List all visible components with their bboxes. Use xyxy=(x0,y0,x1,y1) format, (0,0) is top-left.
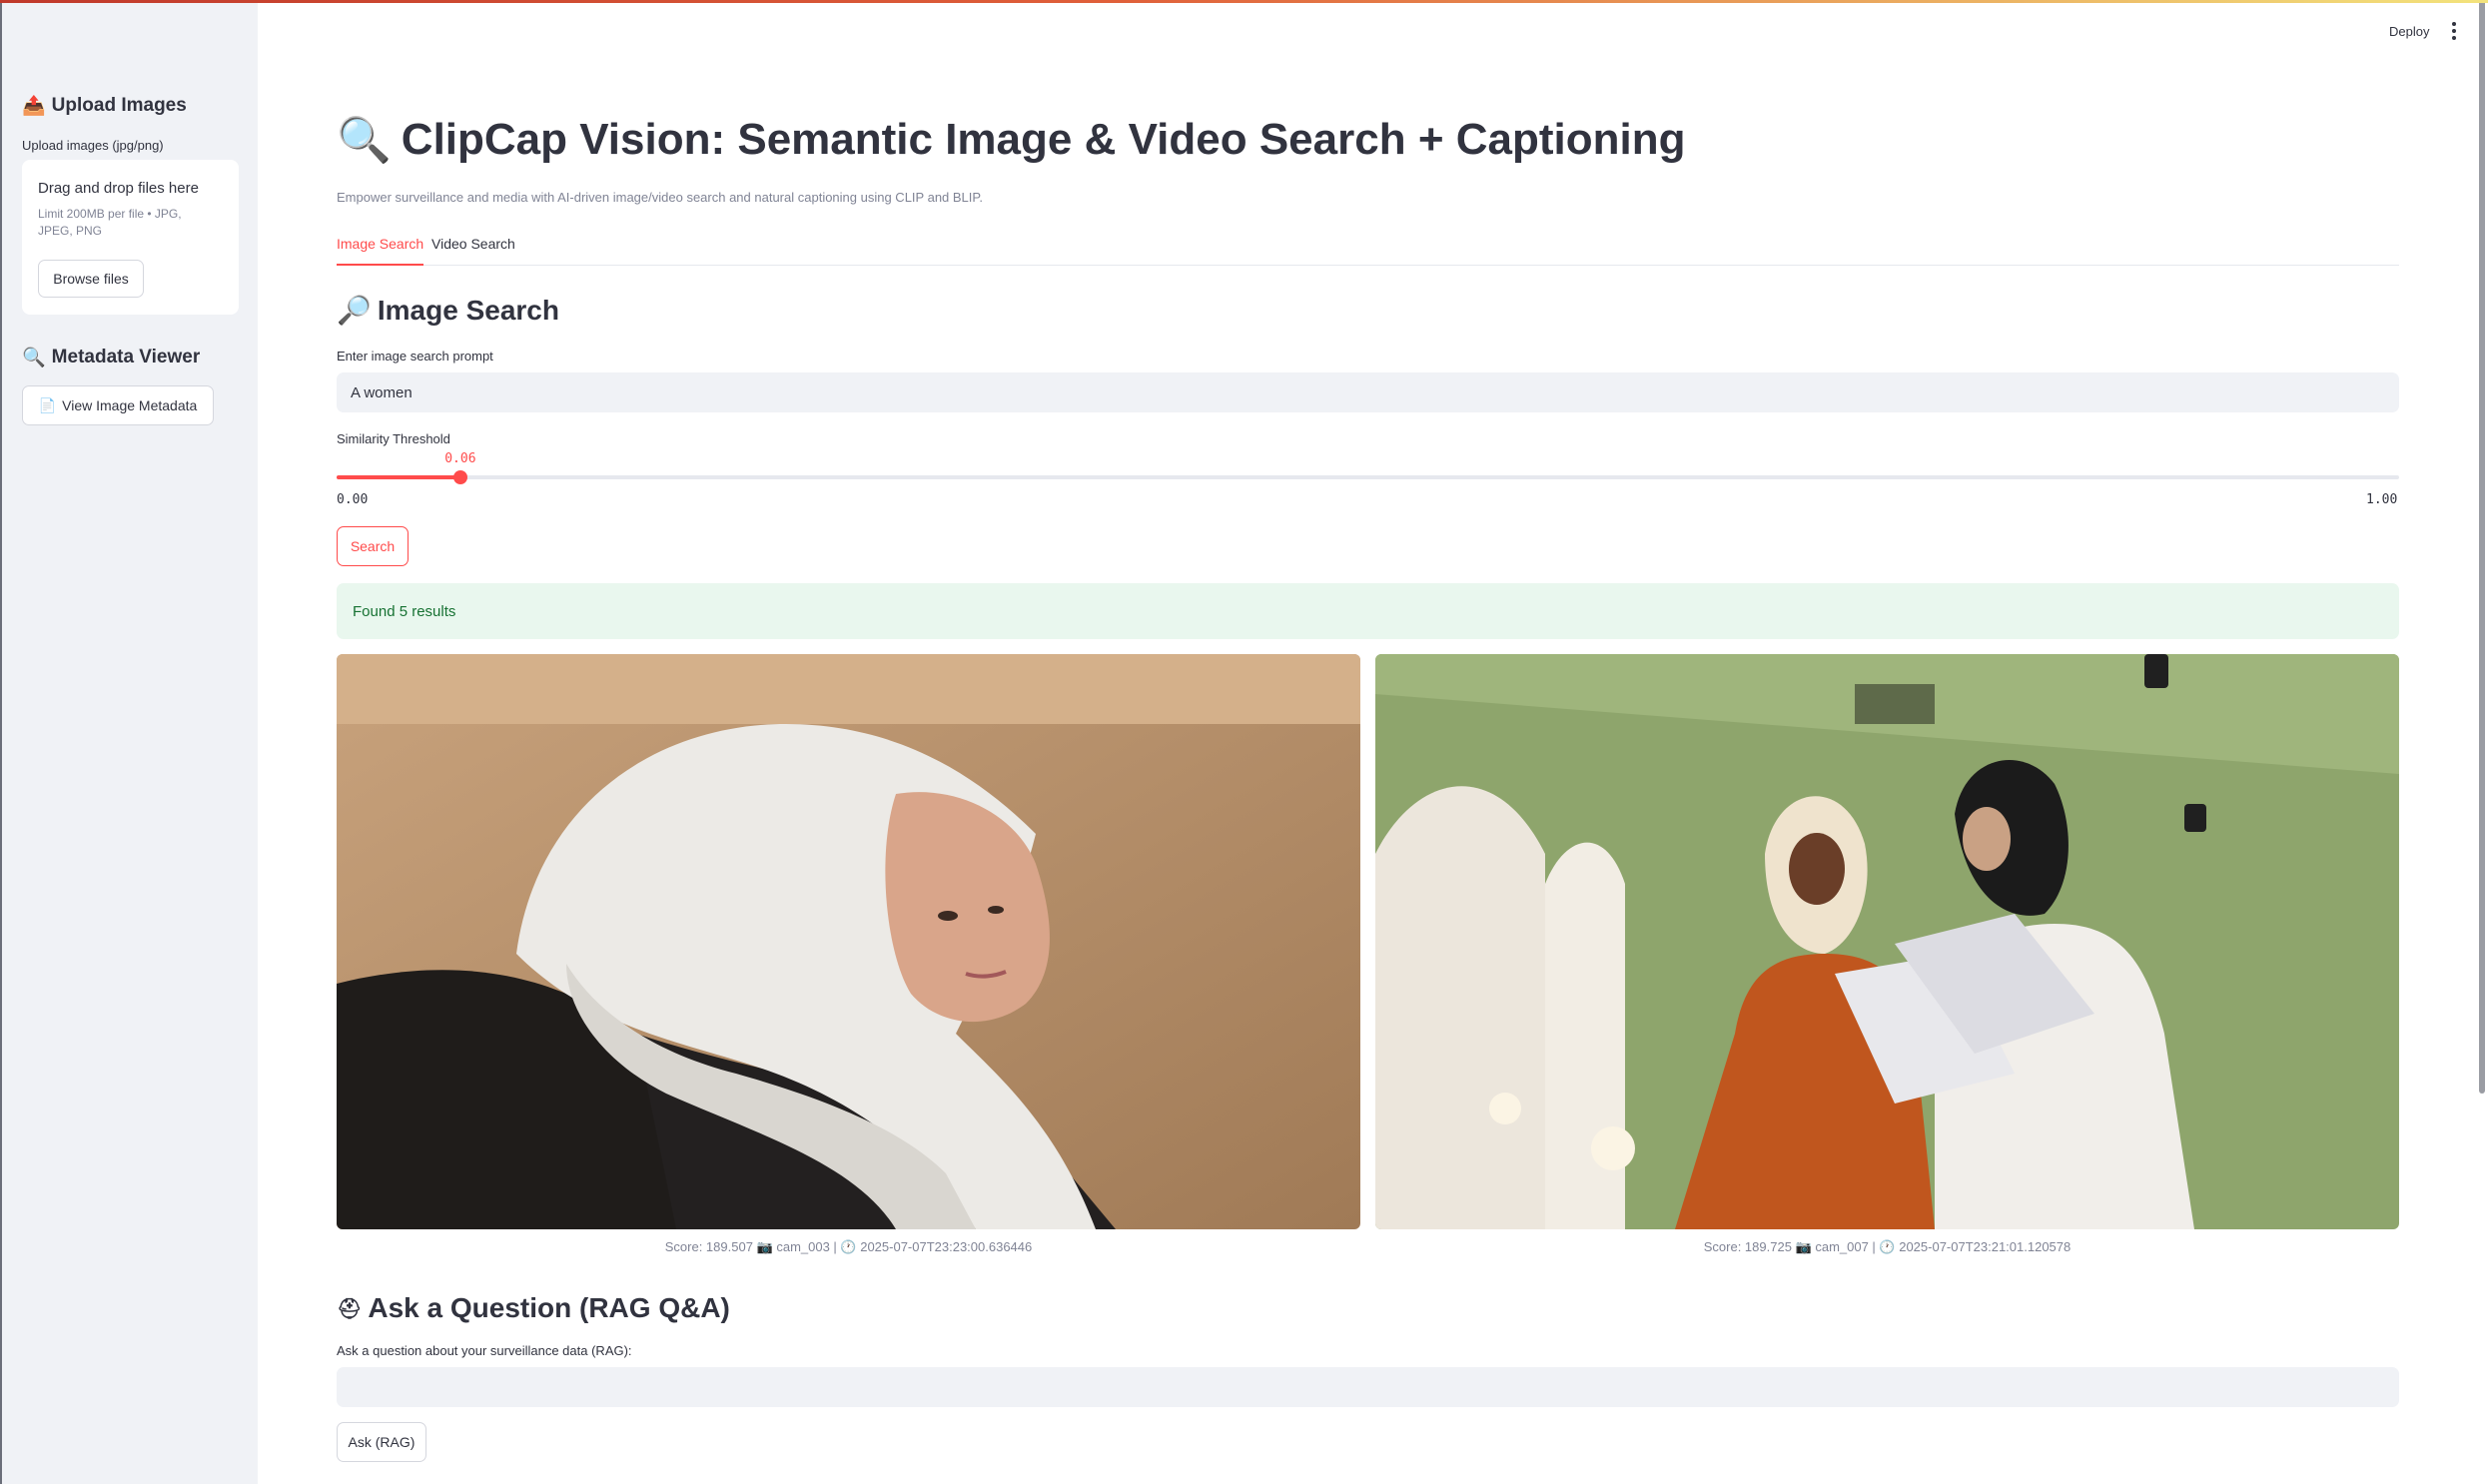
view-metadata-label: View Image Metadata xyxy=(62,397,198,413)
threshold-slider[interactable] xyxy=(337,470,2399,484)
two-women-photo xyxy=(1375,654,2399,1229)
threshold-max: 1.00 xyxy=(2366,492,2398,507)
woman-hijab-photo xyxy=(337,654,1360,1229)
ask-rag-button[interactable]: Ask (RAG) xyxy=(337,1422,426,1462)
slider-fill xyxy=(337,475,460,479)
view-metadata-button[interactable]: 📄 View Image Metadata xyxy=(22,385,214,425)
image-search-heading-text: Image Search xyxy=(377,294,559,326)
page-title: 🔍 ClipCap Vision: Semantic Image & Video… xyxy=(337,114,1685,166)
search-button[interactable]: Search xyxy=(337,526,409,566)
metadata-heading-text: Metadata Viewer xyxy=(51,347,201,368)
dropzone-title: Drag and drop files here xyxy=(38,180,199,197)
file-dropzone[interactable]: Drag and drop files here Limit 200MB per… xyxy=(22,160,239,315)
deploy-button[interactable]: Deploy xyxy=(2389,24,2429,39)
upload-label: Upload images (jpg/png) xyxy=(22,138,164,153)
tab-image-search[interactable]: Image Search xyxy=(337,234,424,266)
upload-heading-text: Upload Images xyxy=(51,95,187,116)
browse-files-button[interactable]: Browse files xyxy=(38,260,144,298)
result-image-1[interactable] xyxy=(337,654,1360,1229)
tab-video-search[interactable]: Video Search xyxy=(431,234,515,266)
document-icon: 📄 xyxy=(38,396,57,413)
sidebar: 📤 Upload Images Upload images (jpg/png) … xyxy=(0,0,258,1484)
image-search-heading: 🔎 Image Search xyxy=(337,294,559,327)
rag-heading-text: Ask a Question (RAG Q&A) xyxy=(368,1292,730,1323)
upload-heading: 📤 Upload Images xyxy=(22,94,187,118)
page-title-text: ClipCap Vision: Semantic Image & Video S… xyxy=(401,115,1686,164)
slider-thumb[interactable] xyxy=(452,470,467,484)
rag-heading: ⛑ Ask a Question (RAG Q&A) xyxy=(337,1292,730,1324)
rag-question-input[interactable] xyxy=(337,1367,2399,1407)
outbox-icon: 📤 xyxy=(22,96,46,117)
metadata-heading: 🔍 Metadata Viewer xyxy=(22,346,200,370)
rag-question-label: Ask a question about your surveillance d… xyxy=(337,1343,632,1358)
result-caption-2: Score: 189.725 📷 cam_007 | 🕐 2025-07-07T… xyxy=(1703,1239,2072,1254)
more-options-icon[interactable] xyxy=(2451,22,2457,40)
tab-bar: Image Search Video Search xyxy=(337,234,2399,266)
dropzone-limit: Limit 200MB per file • JPG, JPEG, PNG xyxy=(38,207,182,238)
threshold-min: 0.00 xyxy=(337,492,369,507)
result-caption-1: Score: 189.507 📷 cam_003 | 🕐 2025-07-07T… xyxy=(664,1239,1033,1254)
threshold-label: Similarity Threshold xyxy=(337,431,450,446)
page-subtitle: Empower surveillance and media with AI-d… xyxy=(337,190,984,205)
results-alert: Found 5 results xyxy=(337,583,2399,639)
magnifier-tilted-icon: 🔎 xyxy=(337,295,372,326)
scrollbar[interactable] xyxy=(2479,0,2485,1094)
top-decoration-bar xyxy=(0,0,2488,3)
magnifier-icon: 🔍 xyxy=(337,116,392,165)
prompt-label: Enter image search prompt xyxy=(337,349,493,364)
result-image-2[interactable] xyxy=(1375,654,2399,1229)
threshold-value: 0.06 xyxy=(444,451,476,466)
rescue-helmet-icon: ⛑ xyxy=(337,1297,363,1320)
magnifier-icon: 🔍 xyxy=(22,348,46,369)
search-prompt-input[interactable]: A women xyxy=(337,372,2399,412)
